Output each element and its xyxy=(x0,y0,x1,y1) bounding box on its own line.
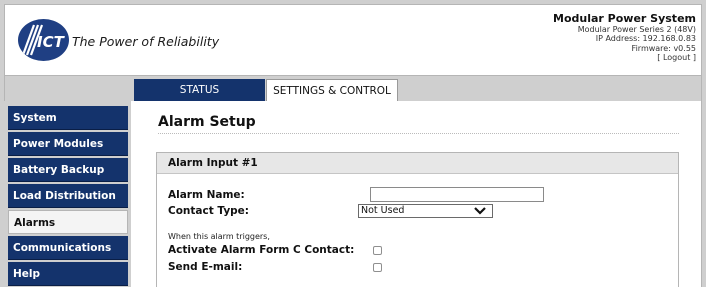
main-content: Alarm Setup Alarm Input #1 Alarm Name: C… xyxy=(131,101,702,287)
ip-address: IP Address: 192.168.0.83 xyxy=(595,34,696,44)
sidebar: System Power Modules Battery Backup Load… xyxy=(4,101,128,287)
sidebar-item-battery-backup[interactable]: Battery Backup xyxy=(8,158,128,182)
trigger-note: When this alarm triggers, xyxy=(168,232,270,241)
header: ICT The Power of Reliability Modular Pow… xyxy=(4,4,702,76)
tab-status[interactable]: STATUS xyxy=(134,79,265,101)
alarm-input-panel: Alarm Input #1 Alarm Name: Contact Type:… xyxy=(156,152,679,287)
contact-type-value: Not Used xyxy=(361,205,405,216)
sidebar-item-help[interactable]: Help xyxy=(8,262,128,286)
sidebar-item-load-distribution[interactable]: Load Distribution xyxy=(8,184,128,208)
sidebar-item-power-modules[interactable]: Power Modules xyxy=(8,132,128,156)
panel-title: Alarm Input #1 xyxy=(157,153,678,174)
alarm-name-label: Alarm Name: xyxy=(168,189,245,201)
page-title: Alarm Setup xyxy=(158,114,256,130)
ict-logo-mark: ICT xyxy=(18,19,69,61)
logo-tagline: The Power of Reliability xyxy=(72,33,220,49)
sidebar-item-alarms[interactable]: Alarms xyxy=(8,210,128,234)
tab-settings-control[interactable]: SETTINGS & CONTROL xyxy=(266,79,398,101)
sidebar-item-communications[interactable]: Communications xyxy=(8,236,128,260)
svg-text:ICT: ICT xyxy=(37,33,66,51)
contact-type-label: Contact Type: xyxy=(168,205,249,217)
contact-type-select[interactable]: Not Used xyxy=(358,204,493,218)
tab-bar: STATUS SETTINGS & CONTROL xyxy=(4,76,702,101)
system-series: Modular Power Series 2 (48V) xyxy=(577,25,696,34)
logout-link[interactable]: [ Logout ] xyxy=(553,53,696,62)
chevron-down-icon xyxy=(474,207,486,215)
alarm-name-input[interactable] xyxy=(370,187,544,202)
system-title: Modular Power System xyxy=(553,12,696,25)
company-logo: ICT The Power of Reliability xyxy=(18,19,219,61)
sidebar-item-system[interactable]: System xyxy=(8,106,128,130)
firmware-version: Firmware: v0.55 xyxy=(631,43,696,53)
title-divider xyxy=(158,133,679,134)
send-email-checkbox[interactable] xyxy=(373,263,382,272)
system-info: Modular Power System Modular Power Serie… xyxy=(553,13,696,63)
send-email-label: Send E-mail: xyxy=(168,261,243,273)
form-c-label: Activate Alarm Form C Contact: xyxy=(168,244,355,256)
form-c-checkbox[interactable] xyxy=(373,246,382,255)
